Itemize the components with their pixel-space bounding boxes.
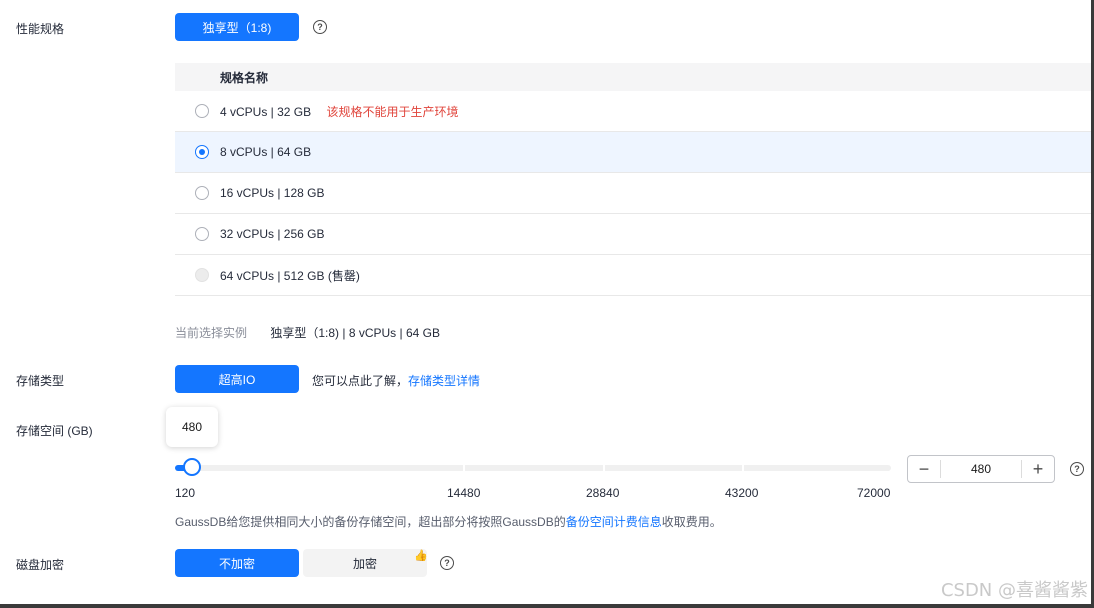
backup-note: GaussDB给您提供相同大小的备份存储空间，超出部分将按照GaussDB的备份… [175, 513, 722, 530]
radio-4vcpu[interactable] [195, 104, 209, 118]
spec-table: 规格名称 4 vCPUs | 32 GB 该规格不能用于生产环境 8 vCPUs… [175, 63, 1091, 296]
slider-tick: 43200 [725, 486, 759, 500]
no-encryption-button[interactable]: 不加密 [175, 549, 299, 577]
spec-name: 16 vCPUs | 128 GB [220, 186, 325, 200]
storage-type-details-link[interactable]: 存储类型详情 [408, 374, 480, 388]
spec-row-16vcpu[interactable]: 16 vCPUs | 128 GB [175, 173, 1091, 214]
spec-name: 8 vCPUs | 64 GB [220, 145, 312, 159]
current-type: 独享型（1:8) [270, 326, 340, 340]
spec-name: 32 vCPUs | 256 GB [220, 227, 325, 241]
performance-help-icon[interactable]: ? [313, 20, 327, 34]
performance-label: 性能规格 [16, 22, 65, 36]
watermark: CSDN @喜酱酱紫 [940, 580, 1088, 601]
storage-help-icon[interactable]: ? [1070, 462, 1084, 476]
spec-row-4vcpu[interactable]: 4 vCPUs | 32 GB 该规格不能用于生产环境 [175, 91, 1091, 132]
backup-billing-link[interactable]: 备份空间计费信息 [566, 515, 662, 529]
radio-64vcpu [195, 268, 209, 282]
storage-slider-track[interactable] [175, 465, 891, 471]
slider-tick: 14480 [447, 486, 481, 500]
current-spec: | 8 vCPUs | 64 GB [342, 326, 440, 340]
slider-value-tooltip: 480 [166, 407, 218, 447]
spec-name: 64 vCPUs | 512 GB (售罄) [220, 268, 360, 283]
slider-handle[interactable] [183, 458, 201, 476]
encryption-button[interactable]: 加密 [303, 549, 427, 577]
slider-separator [603, 465, 605, 471]
backup-note-text: GaussDB给您提供相同大小的备份存储空间，超出部分将按照GaussDB的 [175, 515, 566, 529]
spec-warning: 该规格不能用于生产环境 [326, 104, 459, 119]
radio-8vcpu[interactable] [195, 145, 209, 159]
spec-row-64vcpu: 64 vCPUs | 512 GB (售罄) [175, 255, 1091, 296]
recommend-thumbs-up-icon: 👍 [414, 550, 428, 562]
current-selection-label: 当前选择实例 [175, 326, 248, 340]
slider-tick: 120 [175, 486, 196, 500]
slider-tick: 28840 [586, 486, 620, 500]
storage-value-input[interactable]: 480 [940, 460, 1022, 478]
current-selection: 当前选择实例 独享型（1:8) | 8 vCPUs | 64 GB [175, 324, 440, 341]
increment-button[interactable]: + [1022, 456, 1054, 482]
slider-separator [463, 465, 465, 471]
radio-32vcpu[interactable] [195, 227, 209, 241]
disk-encryption-label: 磁盘加密 [16, 558, 65, 572]
storage-type-label: 存储类型 [16, 374, 65, 388]
dedicated-type-button[interactable]: 独享型（1:8) [175, 13, 299, 41]
spec-name: 4 vCPUs | 32 GB [220, 104, 312, 119]
storage-hint-text: 您可以点此了解， [312, 374, 409, 388]
spec-row-8vcpu[interactable]: 8 vCPUs | 64 GB [175, 132, 1091, 173]
encryption-help-icon[interactable]: ? [440, 556, 454, 570]
storage-type-hint: 您可以点此了解，存储类型详情 [312, 372, 480, 389]
slider-separator [742, 465, 744, 471]
radio-16vcpu[interactable] [195, 186, 209, 200]
spec-table-header: 规格名称 [175, 63, 1091, 91]
slider-tick: 72000 [857, 486, 891, 500]
backup-note-suffix: 收取费用。 [661, 515, 722, 529]
spec-row-32vcpu[interactable]: 32 vCPUs | 256 GB [175, 214, 1091, 255]
storage-space-label: 存储空间 (GB) [16, 424, 93, 438]
storage-stepper: − 480 + [907, 455, 1055, 483]
window-edge [0, 604, 1094, 608]
ultra-io-button[interactable]: 超高IO [175, 365, 299, 393]
decrement-button[interactable]: − [908, 456, 940, 482]
